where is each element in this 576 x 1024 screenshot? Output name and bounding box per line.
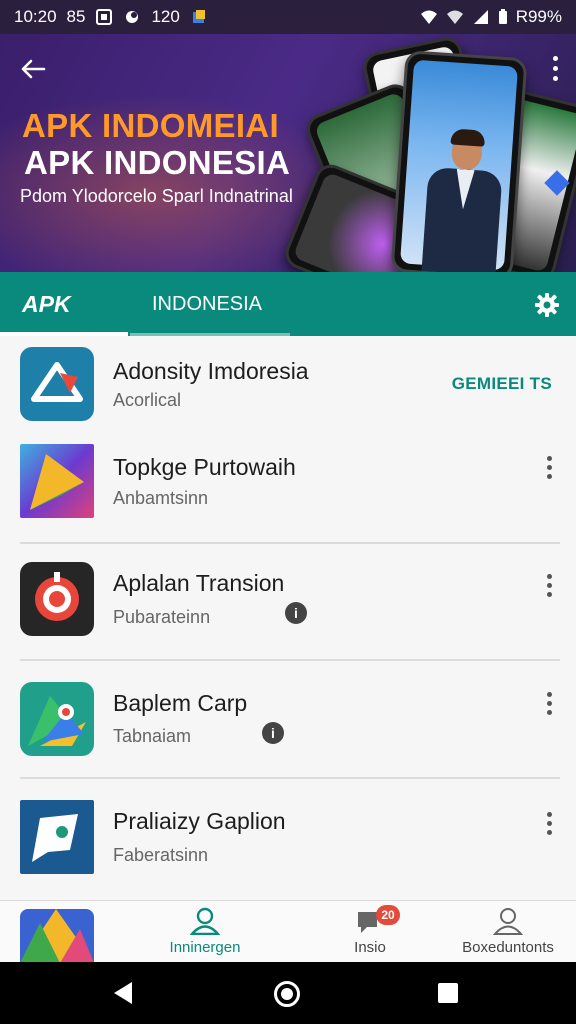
app-icon: [20, 562, 94, 636]
hero-title-primary: APK INDOMEIAI: [22, 107, 279, 144]
app-notification-icon: [126, 11, 139, 23]
status-num: 120: [151, 7, 180, 26]
system-recents-icon[interactable]: [438, 983, 458, 1003]
battery-text: R99%: [515, 7, 562, 26]
app-thumbnail[interactable]: [20, 909, 94, 963]
hero-subtitle: Pdom Ylodorcelo Sparl Indnatrinal: [20, 186, 293, 206]
status-time: 10:20: [14, 7, 57, 26]
nav-label-account: Boxeduntonts: [462, 939, 554, 956]
battery-icon: [498, 9, 507, 24]
notification-badge: 20: [376, 905, 400, 925]
list-item[interactable]: Praliaizy Gaplion Faberatsinn: [0, 798, 576, 898]
overflow-menu-icon[interactable]: [544, 574, 554, 600]
app-list: Adonsity Imdoresia Acorlical GEMIEEI TS …: [0, 336, 576, 900]
info-icon[interactable]: i: [262, 722, 284, 744]
user-icon: [493, 908, 523, 935]
app-title: Adonsity Imdoresia: [113, 358, 309, 384]
list-item[interactable]: Adonsity Imdoresia Acorlical GEMIEEI TS: [0, 344, 576, 444]
nav-item-inbox[interactable]: 20 Insio: [330, 905, 410, 956]
person-image: [417, 128, 507, 272]
bottom-navigation: Inninergen 20 Insio Boxeduntonts: [0, 900, 576, 963]
more-options-icon[interactable]: [550, 56, 560, 84]
app-subtitle: Pubarateinn: [113, 607, 211, 627]
app-title: Baplem Carp: [113, 690, 248, 716]
app-title: Praliaizy Gaplion: [113, 808, 286, 834]
wifi-icon: [420, 10, 437, 24]
overflow-menu-icon[interactable]: [544, 692, 554, 718]
hero-banner: APK INDOMEIAI APK INDONESIA Pdom Ylodorc…: [0, 34, 576, 272]
info-icon[interactable]: i: [285, 602, 307, 624]
divider: [20, 777, 560, 779]
signal-icon: [473, 10, 488, 24]
status-bar: 10:20 85 120 R99%: [0, 0, 576, 34]
nav-item-home[interactable]: Inninergen: [160, 907, 250, 956]
status-extra: 85: [66, 7, 86, 26]
hero-title-secondary: APK INDONESIA: [24, 144, 291, 181]
tab-apk[interactable]: APK: [22, 291, 71, 318]
list-item[interactable]: Baplem Carp Tabnaiam i: [0, 680, 576, 780]
notification-icon: [96, 9, 113, 25]
overflow-menu-icon[interactable]: [544, 456, 554, 482]
app-title: Aplalan Transion: [113, 570, 285, 596]
app-icon: [20, 682, 94, 756]
cube-icon: [192, 10, 205, 23]
list-item[interactable]: Aplalan Transion Pubarateinn i: [0, 560, 576, 660]
app-icon: [20, 800, 94, 874]
app-subtitle: Tabnaiam: [113, 726, 192, 746]
divider: [20, 542, 560, 544]
nav-label-inbox: Insio: [354, 939, 386, 956]
nav-item-account[interactable]: Boxeduntonts: [456, 907, 560, 956]
list-item[interactable]: Topkge Purtowaih Anbamtsinn: [0, 442, 576, 542]
tab-bar: APK INDONESIA: [0, 272, 576, 336]
system-navigation-bar: [0, 962, 576, 1024]
overflow-menu-icon[interactable]: [544, 812, 554, 838]
app-subtitle: Anbamtsinn: [113, 488, 209, 508]
app-action-button[interactable]: GEMIEEI TS: [452, 374, 552, 394]
back-arrow-icon[interactable]: [18, 54, 48, 84]
app-subtitle: Acorlical: [113, 390, 182, 410]
app-icon: [20, 347, 94, 421]
divider: [20, 659, 560, 661]
settings-gear-icon[interactable]: [534, 292, 560, 318]
system-home-icon[interactable]: [274, 981, 300, 1007]
person-icon: [190, 907, 220, 935]
system-back-icon[interactable]: [114, 982, 132, 1004]
app-icon: [20, 444, 94, 518]
app-title: Topkge Purtowaih: [113, 454, 296, 480]
nav-label-home: Inninergen: [169, 939, 241, 956]
main-phone-image: [390, 50, 528, 272]
tab-indonesia[interactable]: INDONESIA: [152, 293, 262, 316]
app-subtitle: Faberatsinn: [113, 845, 209, 865]
wifi2-icon: [446, 10, 463, 24]
